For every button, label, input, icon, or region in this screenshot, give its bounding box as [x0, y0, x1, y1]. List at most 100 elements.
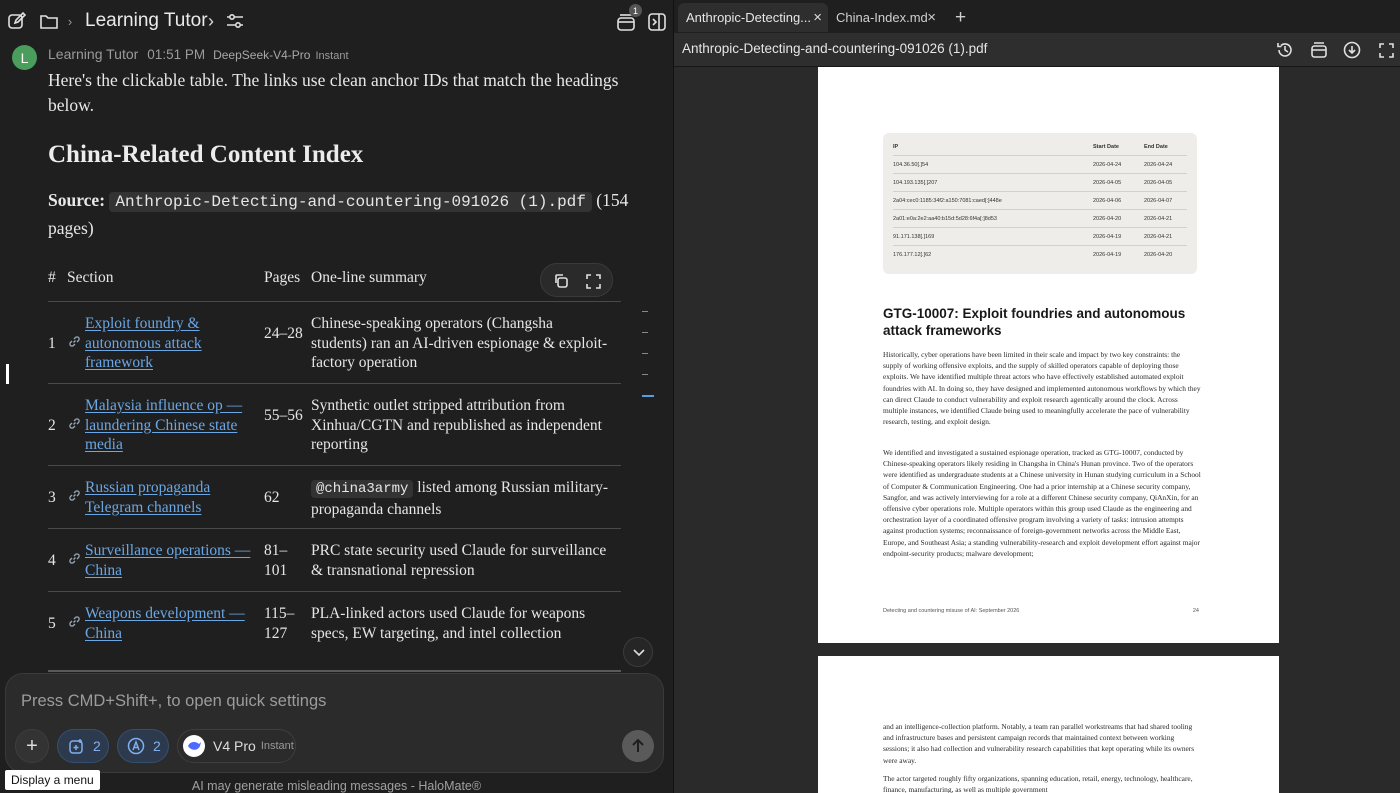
pdf-footer: Detecting and countering misuse of AI: S…: [883, 608, 1199, 614]
col-end: End Date: [1144, 144, 1168, 150]
end-cell: 2026-04-24: [1144, 162, 1173, 168]
section-link[interactable]: Exploit foundry & autonomous attack fram…: [85, 314, 255, 373]
pdf-paragraph: and an intelligence-collection platform.…: [883, 722, 1195, 765]
pdf-section-heading: GTG-10007: Exploit foundries and autonom…: [883, 306, 1186, 338]
chat-header: › Learning Tutor › 1: [0, 0, 673, 42]
file-title: Anthropic-Detecting-and-countering-09102…: [682, 41, 988, 56]
model-mode: Instant: [315, 50, 349, 62]
source-file: Anthropic-Detecting-and-countering-09102…: [109, 192, 592, 212]
section-link[interactable]: Surveillance operations — China: [85, 541, 255, 580]
row-num: 4: [48, 552, 56, 569]
agent-icon: [127, 737, 145, 755]
copy-icon[interactable]: [551, 271, 571, 291]
add-button[interactable]: +: [15, 729, 49, 763]
ip-row: 176.177.12[.]62 2026-04-19 2026-04-20: [893, 246, 1187, 264]
start-cell: 2026-04-24: [1093, 162, 1122, 168]
row-summary: PLA-linked actors used Claude for weapon…: [311, 605, 586, 642]
scroll-down-button[interactable]: [623, 637, 653, 667]
history-icon[interactable]: [1274, 39, 1296, 61]
tab-label: China-Index.md: [836, 10, 928, 25]
tools-button[interactable]: 2: [57, 729, 109, 763]
model-selector[interactable]: V4 Pro Instant: [177, 729, 296, 763]
ip-cell: 104.193.135[.]207: [893, 180, 938, 186]
row-pages: 62: [264, 489, 280, 506]
start-cell: 2026-04-20: [1093, 216, 1122, 222]
ip-cell: 104.36.50[.]54: [893, 162, 929, 168]
row-pages: 81–101: [264, 542, 288, 579]
start-cell: 2026-04-19: [1093, 234, 1122, 240]
channel-handle: @china3army: [311, 480, 414, 498]
pdf-page-number: 24: [1192, 608, 1199, 614]
table-bottom-rule: [48, 670, 621, 672]
ip-table: IP Start Date End Date 104.36.50[.]54 202…: [883, 133, 1197, 274]
message-input[interactable]: [21, 692, 621, 711]
row-summary: Chinese-speaking operators (Changsha stu…: [311, 315, 608, 371]
link-icon: [68, 488, 81, 508]
toggle-panel-icon[interactable]: [646, 11, 668, 33]
agents-count: 2: [153, 738, 161, 754]
message-meta: Learning Tutor 01:51 PM DeepSeek-V4-Pro …: [48, 46, 349, 62]
chevron-right-icon: ›: [67, 13, 73, 29]
end-cell: 2026-04-20: [1144, 252, 1173, 258]
document-pane: Anthropic-Detecting... × China-Index.md …: [673, 0, 1400, 793]
row-num: 1: [48, 335, 56, 352]
link-icon: [68, 551, 81, 571]
end-cell: 2026-04-21: [1144, 234, 1173, 240]
disclaimer: AI may generate misleading messages - Ha…: [191, 779, 482, 793]
table-row: 1 Exploit foundry & autonomous attack fr…: [48, 302, 621, 384]
agents-button[interactable]: 2: [117, 729, 169, 763]
section-link[interactable]: Weapons development — China: [85, 604, 255, 643]
arrow-up-icon: [632, 738, 644, 752]
header-summary: One-line summary: [311, 269, 427, 286]
index-table: # Section Pages One-line summary 1 Explo…: [48, 260, 621, 672]
tab-label: Anthropic-Detecting...: [686, 10, 812, 25]
tools-count: 2: [93, 738, 101, 754]
menu-tooltip: Display a menu: [5, 770, 100, 790]
ip-cell: 2a04:cec0:1185:34f2:a150:7081:caed[:]448…: [893, 198, 1002, 204]
pdf-page-25: and an intelligence-collection platform.…: [818, 656, 1279, 793]
tools-icon: [69, 738, 83, 754]
plus-icon: +: [26, 735, 38, 757]
ip-cell: 2a01:e0a:2e2:aa40:b15d:5d28:6f4a[:]8d53: [893, 216, 997, 222]
archive-icon[interactable]: [1308, 39, 1330, 61]
pdf-paragraph: We identified and investigated a sustain…: [883, 448, 1201, 558]
model-selector-mode: Instant: [260, 740, 294, 752]
table-row: 3 Russian propaganda Telegram channels 6…: [48, 466, 621, 529]
row-summary: PRC state security used Claude for surve…: [311, 542, 607, 579]
folder-icon[interactable]: [38, 10, 60, 32]
close-icon[interactable]: ×: [927, 9, 936, 26]
chat-title[interactable]: Learning Tutor: [85, 10, 208, 32]
section-link[interactable]: Malaysia influence op — laundering Chine…: [85, 396, 255, 455]
close-icon[interactable]: ×: [813, 9, 822, 26]
avatar: L: [12, 45, 37, 70]
section-link[interactable]: Russian propaganda Telegram channels: [85, 478, 255, 517]
link-icon: [68, 334, 81, 354]
composer: + 2 2 V4 Pro Instant: [5, 673, 664, 773]
source-line: Source: Anthropic-Detecting-and-counteri…: [48, 187, 638, 241]
expand-icon[interactable]: [583, 271, 603, 291]
tab-china-index[interactable]: China-Index.md ×: [828, 3, 942, 32]
new-chat-icon[interactable]: [6, 10, 28, 32]
table-row: 4 Surveillance operations — China 81–101…: [48, 529, 621, 592]
ip-row: 104.193.135[.]207 2026-04-05 2026-04-05: [893, 174, 1187, 192]
table-row: 2 Malaysia influence op — laundering Chi…: [48, 384, 621, 466]
send-button[interactable]: [622, 730, 654, 762]
tab-pdf[interactable]: Anthropic-Detecting... ×: [678, 3, 828, 32]
model-selector-name: V4 Pro: [213, 738, 256, 754]
pdf-paragraph: Historically, cyber operations have been…: [883, 350, 1201, 427]
new-tab-icon[interactable]: +: [950, 3, 974, 32]
settings-sliders-icon[interactable]: [225, 11, 245, 31]
message-minimap[interactable]: [642, 311, 654, 417]
message-time: 01:51 PM: [147, 47, 206, 62]
col-ip: IP: [893, 144, 899, 150]
fullscreen-icon[interactable]: [1375, 39, 1397, 61]
deepseek-logo-icon: [183, 735, 205, 757]
start-cell: 2026-04-05: [1093, 180, 1122, 186]
chevron-right-icon[interactable]: ›: [204, 10, 218, 32]
source-label: Source:: [48, 190, 106, 210]
link-icon: [68, 416, 81, 436]
ip-row: 2a01:e0a:2e2:aa40:b15d:5d28:6f4a[:]8d53 2…: [893, 210, 1187, 228]
download-icon[interactable]: [1341, 39, 1363, 61]
row-summary: @china3army listed among Russian militar…: [311, 478, 611, 519]
pdf-viewer[interactable]: IP Start Date End Date 104.36.50[.]54 202…: [674, 67, 1400, 793]
